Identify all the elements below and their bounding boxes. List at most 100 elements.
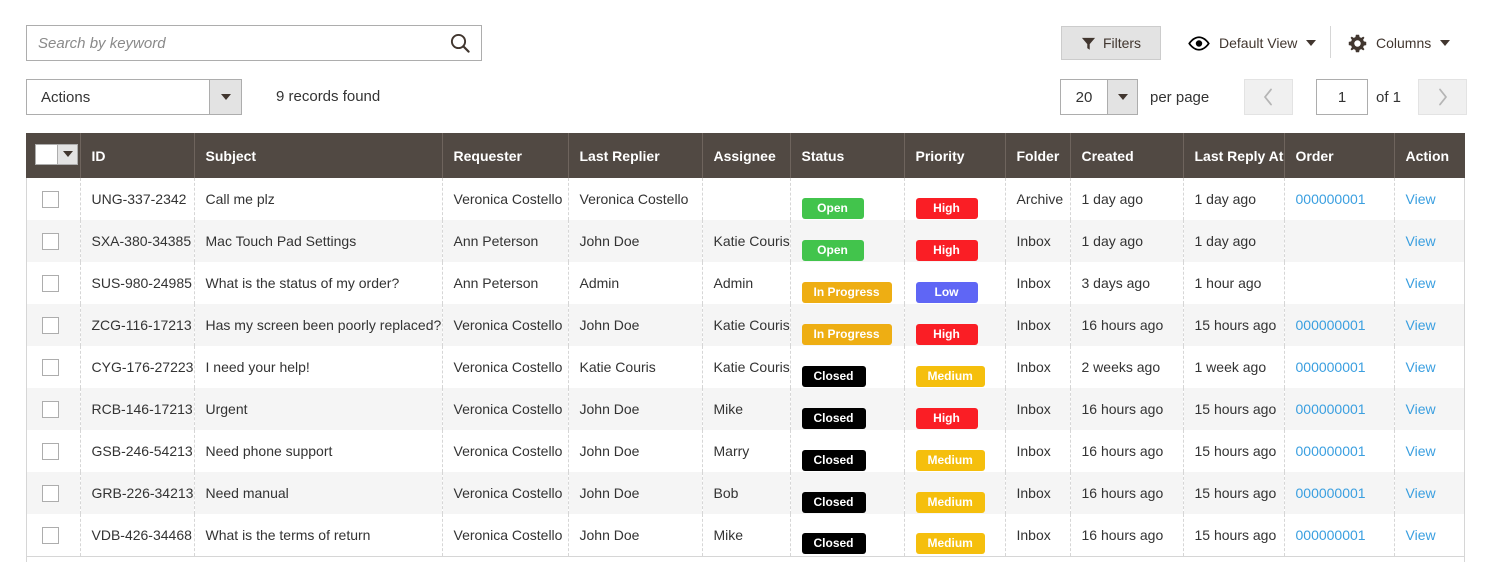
column-header-last-replier[interactable]: Last Replier (568, 133, 702, 178)
actions-dropdown-arrow[interactable] (209, 80, 241, 114)
row-checkbox[interactable] (42, 317, 59, 334)
row-select-cell[interactable] (26, 220, 80, 262)
cell-action[interactable]: View (1394, 304, 1465, 346)
row-select-cell[interactable] (26, 262, 80, 304)
column-header-last-reply-at[interactable]: Last Reply At (1183, 133, 1284, 178)
table-row[interactable]: SXA-380-34385Mac Touch Pad SettingsAnn P… (26, 220, 1465, 262)
row-select-cell[interactable] (26, 178, 80, 220)
view-link[interactable]: View (1406, 275, 1436, 291)
previous-page-button[interactable] (1244, 79, 1293, 115)
cell-action[interactable]: View (1394, 514, 1465, 556)
cell-action[interactable]: View (1394, 346, 1465, 388)
view-link[interactable]: View (1406, 443, 1436, 459)
row-checkbox[interactable] (42, 359, 59, 376)
table-row[interactable]: UNG-337-2342Call me plzVeronica Costello… (26, 178, 1465, 220)
select-all-control[interactable] (35, 144, 78, 165)
cell-order[interactable]: 000000001 (1284, 514, 1394, 556)
next-page-button[interactable] (1418, 79, 1467, 115)
row-checkbox[interactable] (42, 191, 59, 208)
order-link[interactable]: 000000001 (1296, 191, 1366, 207)
view-link[interactable]: View (1406, 317, 1436, 333)
table-row[interactable]: VDB-426-34468What is the terms of return… (26, 514, 1465, 556)
column-header-created[interactable]: Created (1070, 133, 1183, 178)
cell-action[interactable]: View (1394, 388, 1465, 430)
view-link[interactable]: View (1406, 401, 1436, 417)
row-select-cell[interactable] (26, 388, 80, 430)
column-header-subject[interactable]: Subject (194, 133, 442, 178)
search-input[interactable] (27, 26, 439, 60)
cell-order (1284, 262, 1394, 304)
view-link[interactable]: View (1406, 233, 1436, 249)
select-all-checkbox[interactable] (35, 144, 57, 165)
row-checkbox[interactable] (42, 443, 59, 460)
page-number-input[interactable] (1316, 79, 1368, 115)
cell-action[interactable]: View (1394, 220, 1465, 262)
order-link[interactable]: 000000001 (1296, 443, 1366, 459)
cell-last-reply-at: 15 hours ago (1183, 430, 1284, 472)
row-select-cell[interactable] (26, 430, 80, 472)
per-page-dropdown-arrow[interactable] (1107, 80, 1137, 114)
row-checkbox[interactable] (42, 233, 59, 250)
cell-action[interactable]: View (1394, 178, 1465, 220)
cell-priority: High (904, 220, 1005, 262)
order-link[interactable]: 000000001 (1296, 401, 1366, 417)
row-checkbox[interactable] (42, 485, 59, 502)
row-checkbox[interactable] (42, 401, 59, 418)
cell-order[interactable]: 000000001 (1284, 472, 1394, 514)
order-link[interactable]: 000000001 (1296, 359, 1366, 375)
cell-action[interactable]: View (1394, 262, 1465, 304)
chevron-left-icon (1263, 88, 1274, 106)
table-row[interactable]: SUS-980-24985What is the status of my or… (26, 262, 1465, 304)
row-checkbox[interactable] (42, 527, 59, 544)
select-all-dropdown-arrow[interactable] (57, 144, 78, 165)
cell-order[interactable]: 000000001 (1284, 430, 1394, 472)
table-row[interactable]: ZCG-116-17213Has my screen been poorly r… (26, 304, 1465, 346)
row-checkbox[interactable] (42, 275, 59, 292)
top-toolbar: Filters Default View Columns (0, 0, 1491, 72)
cell-priority: Medium (904, 346, 1005, 388)
cell-last-replier: John Doe (568, 304, 702, 346)
column-header-order[interactable]: Order (1284, 133, 1394, 178)
view-link[interactable]: View (1406, 191, 1436, 207)
view-link[interactable]: View (1406, 527, 1436, 543)
cell-order[interactable]: 000000001 (1284, 388, 1394, 430)
cell-order[interactable]: 000000001 (1284, 304, 1394, 346)
order-link[interactable]: 000000001 (1296, 485, 1366, 501)
column-header-folder[interactable]: Folder (1005, 133, 1070, 178)
status-badge: In Progress (802, 282, 892, 303)
table-row[interactable]: GRB-226-34213Need manualVeronica Costell… (26, 472, 1465, 514)
actions-dropdown[interactable]: Actions (26, 79, 242, 115)
search-button[interactable] (439, 26, 481, 60)
order-link[interactable]: 000000001 (1296, 527, 1366, 543)
table-row[interactable]: RCB-146-17213UrgentVeronica CostelloJohn… (26, 388, 1465, 430)
cell-action[interactable]: View (1394, 472, 1465, 514)
view-link[interactable]: View (1406, 485, 1436, 501)
column-header-select[interactable] (26, 133, 80, 178)
column-header-assignee[interactable]: Assignee (702, 133, 790, 178)
view-link[interactable]: View (1406, 359, 1436, 375)
cell-order[interactable]: 000000001 (1284, 346, 1394, 388)
column-header-requester[interactable]: Requester (442, 133, 568, 178)
column-header-status[interactable]: Status (790, 133, 904, 178)
cell-order[interactable]: 000000001 (1284, 178, 1394, 220)
column-header-action[interactable]: Action (1394, 133, 1465, 178)
cell-assignee: Bob (702, 472, 790, 514)
filters-button[interactable]: Filters (1061, 26, 1161, 60)
cell-last-reply-at: 1 hour ago (1183, 262, 1284, 304)
cell-action[interactable]: View (1394, 430, 1465, 472)
column-header-id[interactable]: ID (80, 133, 194, 178)
row-select-cell[interactable] (26, 304, 80, 346)
search-box[interactable] (26, 25, 482, 61)
columns-selector[interactable]: Columns (1348, 26, 1450, 60)
table-row[interactable]: GSB-246-54213Need phone supportVeronica … (26, 430, 1465, 472)
table-row[interactable]: CYG-176-27223I need your help!Veronica C… (26, 346, 1465, 388)
row-select-cell[interactable] (26, 514, 80, 556)
column-header-priority[interactable]: Priority (904, 133, 1005, 178)
per-page-dropdown[interactable]: 20 (1060, 79, 1138, 115)
cell-assignee: Katie Couris (702, 220, 790, 262)
view-selector[interactable]: Default View (1188, 26, 1316, 60)
row-select-cell[interactable] (26, 346, 80, 388)
row-select-cell[interactable] (26, 472, 80, 514)
order-link[interactable]: 000000001 (1296, 317, 1366, 333)
cell-assignee: Admin (702, 262, 790, 304)
